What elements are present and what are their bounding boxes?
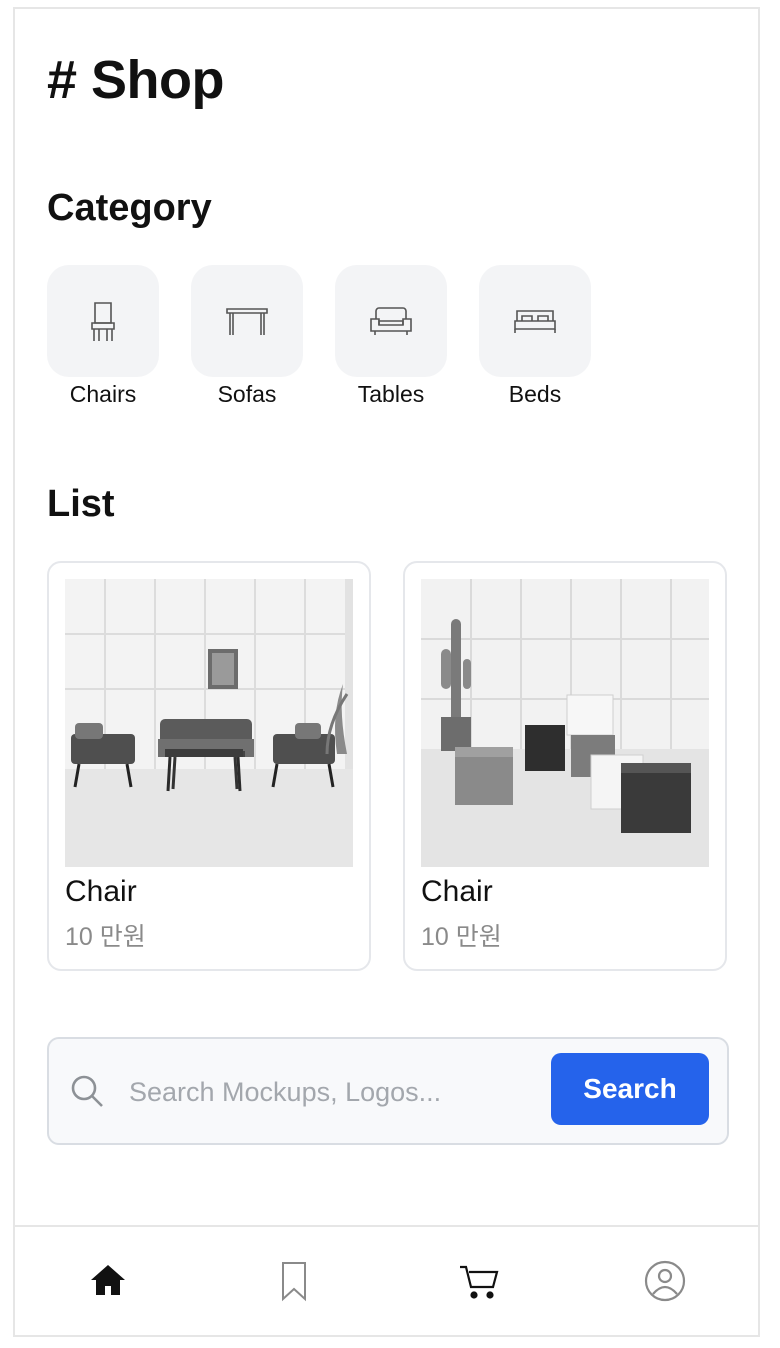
product-card[interactable]: Chair 10 만원 — [47, 561, 371, 971]
category-item-tables[interactable]: Tables — [335, 265, 447, 408]
search-button[interactable]: Search — [551, 1053, 709, 1125]
nav-home[interactable] — [78, 1251, 138, 1311]
bookmark-icon — [281, 1262, 306, 1302]
home-icon — [90, 1265, 125, 1295]
category-tile[interactable] — [47, 265, 159, 377]
cart-icon — [460, 1265, 499, 1299]
category-label: Tables — [357, 381, 425, 407]
bed-icon — [514, 310, 556, 333]
category-item-sofas[interactable]: Sofas — [191, 265, 303, 408]
category-tile[interactable] — [479, 265, 591, 377]
category-tile[interactable] — [191, 265, 303, 377]
product-list: Chair 10 만원 Chair 10 만원 — [47, 561, 727, 971]
bottom-nav — [15, 1225, 758, 1335]
search-icon — [71, 1075, 103, 1107]
product-price: 10 만원 — [421, 923, 502, 951]
category-label: Sofas — [217, 381, 277, 407]
category-section-title: Category — [47, 187, 212, 229]
sofa-icon — [370, 307, 412, 335]
product-name: Chair — [421, 875, 493, 908]
nav-cart[interactable] — [449, 1251, 509, 1311]
product-price: 10 만원 — [65, 923, 146, 951]
cube-stools-photo[interactable] — [421, 579, 709, 867]
app-frame: # Shop Category Chairs Sofas Tables Beds… — [13, 7, 760, 1337]
product-card[interactable]: Chair 10 만원 — [403, 561, 727, 971]
product-name: Chair — [65, 875, 137, 908]
category-label: Chairs — [69, 381, 137, 407]
table-icon — [226, 308, 268, 335]
category-label: Beds — [508, 381, 562, 407]
living-room-photo[interactable] — [65, 579, 353, 867]
chair-icon — [91, 302, 115, 341]
list-section-title: List — [47, 483, 115, 525]
category-tile[interactable] — [335, 265, 447, 377]
nav-bookmarks[interactable] — [264, 1251, 324, 1311]
nav-profile[interactable] — [635, 1251, 695, 1311]
category-item-beds[interactable]: Beds — [479, 265, 591, 408]
search-bar: Search — [47, 1037, 729, 1145]
profile-icon — [645, 1260, 686, 1302]
search-input[interactable] — [127, 1067, 531, 1117]
category-item-chairs[interactable]: Chairs — [47, 265, 159, 408]
page-title: # Shop — [47, 50, 225, 110]
category-list: Chairs Sofas Tables Beds — [47, 265, 591, 408]
